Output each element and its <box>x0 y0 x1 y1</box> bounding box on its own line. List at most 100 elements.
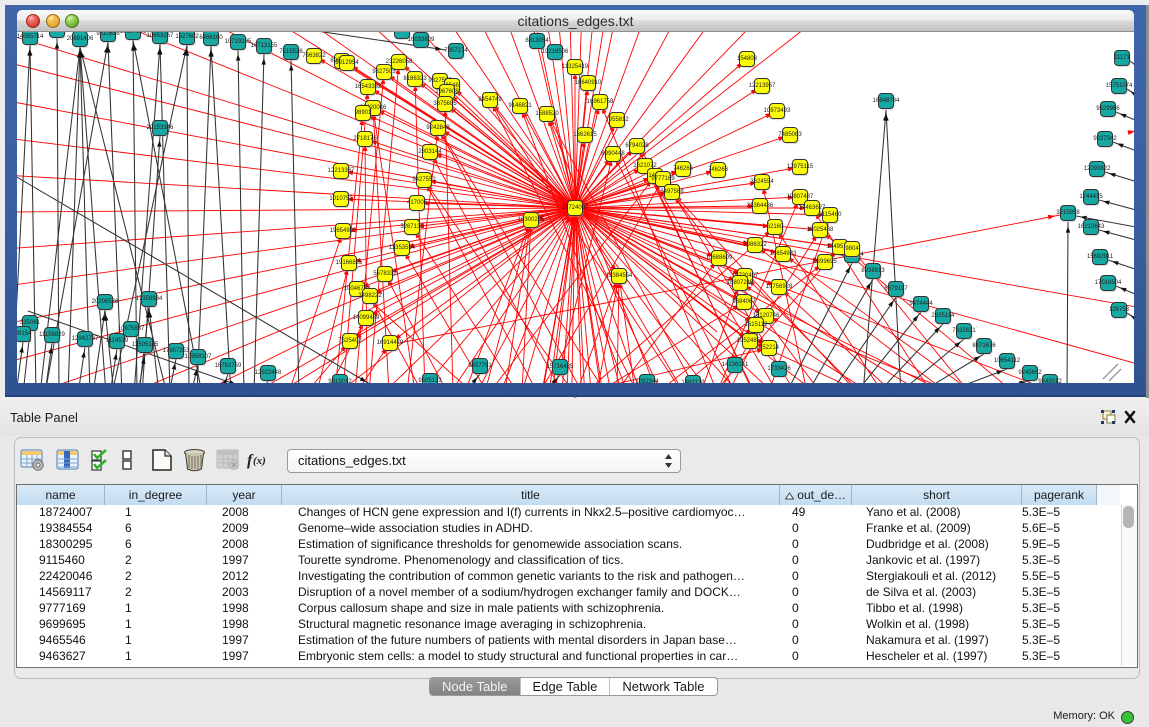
svg-text:12942737: 12942737 <box>72 336 99 342</box>
svg-text:335061: 335061 <box>20 320 41 326</box>
svg-text:18807249: 18807249 <box>727 280 754 286</box>
svg-text:16713155: 16713155 <box>251 43 278 49</box>
svg-text:16782759: 16782759 <box>215 363 242 369</box>
svg-text:3875685: 3875685 <box>433 101 457 107</box>
svg-text:9899695: 9899695 <box>813 259 837 265</box>
svg-text:9427552: 9427552 <box>412 177 436 183</box>
svg-text:746266: 746266 <box>673 166 694 172</box>
svg-text:12213967: 12213967 <box>749 83 776 89</box>
svg-text:8813054: 8813054 <box>525 38 549 44</box>
svg-text:16210643: 16210643 <box>1078 224 1105 230</box>
svg-text:9245012: 9245012 <box>1038 379 1062 383</box>
svg-text:9505133: 9505133 <box>418 378 442 383</box>
svg-text:417006: 417006 <box>407 200 428 206</box>
svg-text:6879197: 6879197 <box>884 286 908 292</box>
svg-text:11353594: 11353594 <box>389 245 416 251</box>
svg-text:17016504: 17016504 <box>1095 280 1122 286</box>
svg-text:(x): (x) <box>253 455 266 467</box>
svg-text:9474444: 9474444 <box>909 301 933 307</box>
svg-text:1615112: 1615112 <box>745 322 769 328</box>
svg-text:7485063: 7485063 <box>778 132 802 138</box>
svg-text:16648784: 16648784 <box>873 98 900 104</box>
svg-text:16914479: 16914479 <box>377 340 404 346</box>
svg-text:7955812: 7955812 <box>605 117 629 123</box>
svg-text:1092344: 1092344 <box>635 379 659 383</box>
svg-text:19927216: 19927216 <box>120 32 147 35</box>
svg-text:19218506: 19218506 <box>542 49 569 55</box>
svg-text:11171: 11171 <box>1114 55 1130 61</box>
svg-text:6466160: 6466160 <box>199 35 223 41</box>
svg-text:16961758: 16961758 <box>587 99 614 105</box>
svg-text:10025438: 10025438 <box>807 227 834 233</box>
svg-text:5678332: 5678332 <box>373 271 397 277</box>
svg-text:8471676: 8471676 <box>972 343 996 349</box>
svg-text:1482133: 1482133 <box>681 380 705 383</box>
svg-text:154808: 154808 <box>737 56 758 62</box>
svg-text:14099489: 14099489 <box>353 315 380 321</box>
svg-text:10973493: 10973493 <box>764 108 791 114</box>
svg-text:16033809: 16033809 <box>408 37 435 43</box>
svg-text:9242848: 9242848 <box>426 125 450 131</box>
svg-text:6794028: 6794028 <box>625 143 649 149</box>
svg-text:11325419: 11325419 <box>562 64 589 70</box>
svg-text:1114519: 1114519 <box>106 338 129 344</box>
svg-text:62160: 62160 <box>767 224 784 230</box>
svg-text:12213367: 12213367 <box>328 168 355 174</box>
svg-text:20891406: 20891406 <box>389 32 416 34</box>
svg-text:8454749: 8454749 <box>478 97 502 103</box>
svg-text:18300295: 18300295 <box>518 217 545 223</box>
svg-text:12093822: 12093822 <box>1084 166 1111 172</box>
svg-text:23226058: 23226058 <box>386 59 413 65</box>
svg-text:9115460: 9115460 <box>819 212 843 218</box>
svg-text:252214: 252214 <box>759 345 780 351</box>
svg-text:2718176: 2718176 <box>353 136 377 142</box>
svg-text:7632621: 7632621 <box>952 328 976 334</box>
svg-text:3215958: 3215958 <box>1056 210 1080 216</box>
svg-text:1010753: 1010753 <box>329 196 353 202</box>
svg-text:15751074: 15751074 <box>1106 83 1133 89</box>
svg-text:8938913: 8938913 <box>861 268 885 274</box>
svg-text:8990448: 8990448 <box>601 151 625 157</box>
svg-text:9227342: 9227342 <box>1093 136 1117 142</box>
svg-text:3267130: 3267130 <box>400 224 424 230</box>
svg-text:7663822: 7663822 <box>302 53 326 59</box>
svg-text:98901: 98901 <box>355 110 372 116</box>
svg-text:8186323: 8186323 <box>403 76 427 82</box>
svg-text:18724007: 18724007 <box>562 205 589 211</box>
svg-text:9245652: 9245652 <box>1018 370 1042 376</box>
svg-text:7986322: 7986322 <box>743 242 767 248</box>
svg-text:3498222: 3498222 <box>358 293 382 299</box>
svg-text:14463627: 14463627 <box>799 205 826 211</box>
svg-text:10688609: 10688609 <box>706 255 733 261</box>
svg-text:20153346: 20153346 <box>147 125 174 131</box>
svg-text:9327503: 9327503 <box>372 69 396 75</box>
svg-text:20691406: 20691406 <box>67 36 94 42</box>
svg-text:17359934: 17359934 <box>136 296 163 302</box>
svg-text:10807487: 10807487 <box>787 194 814 200</box>
svg-text:13654923: 13654923 <box>770 251 797 257</box>
svg-text:12975115: 12975115 <box>787 164 814 170</box>
svg-text:2803144: 2803144 <box>418 149 442 155</box>
svg-text:746266: 746266 <box>708 167 729 173</box>
svg-text:9457791: 9457791 <box>468 363 492 369</box>
svg-text:10654112: 10654112 <box>994 358 1021 364</box>
svg-text:126753: 126753 <box>1109 307 1130 313</box>
svg-text:1527602: 1527602 <box>175 34 199 40</box>
svg-text:14055714: 14055714 <box>17 34 44 40</box>
svg-text:8912954: 8912954 <box>335 60 359 66</box>
svg-text:19384554: 19384554 <box>606 273 633 279</box>
svg-text:9146821: 9146821 <box>508 103 532 109</box>
svg-text:15692911: 15692911 <box>1087 254 1114 260</box>
svg-text:9529966: 9529966 <box>1096 106 1120 112</box>
svg-text:19524851: 19524851 <box>737 338 764 344</box>
svg-text:1244415: 1244415 <box>1079 194 1103 200</box>
svg-text:1362615: 1362615 <box>573 132 597 138</box>
svg-text:16543382: 16543382 <box>355 84 382 90</box>
svg-text:7515526: 7515526 <box>279 49 303 55</box>
svg-text:12505135: 12505135 <box>132 342 159 348</box>
svg-text:15716485: 15716485 <box>547 364 574 370</box>
svg-text:19166825: 19166825 <box>336 260 363 266</box>
svg-text:12923448: 12923448 <box>255 370 282 376</box>
svg-text:9777169: 9777169 <box>651 176 675 182</box>
svg-text:20897141: 20897141 <box>44 32 71 33</box>
